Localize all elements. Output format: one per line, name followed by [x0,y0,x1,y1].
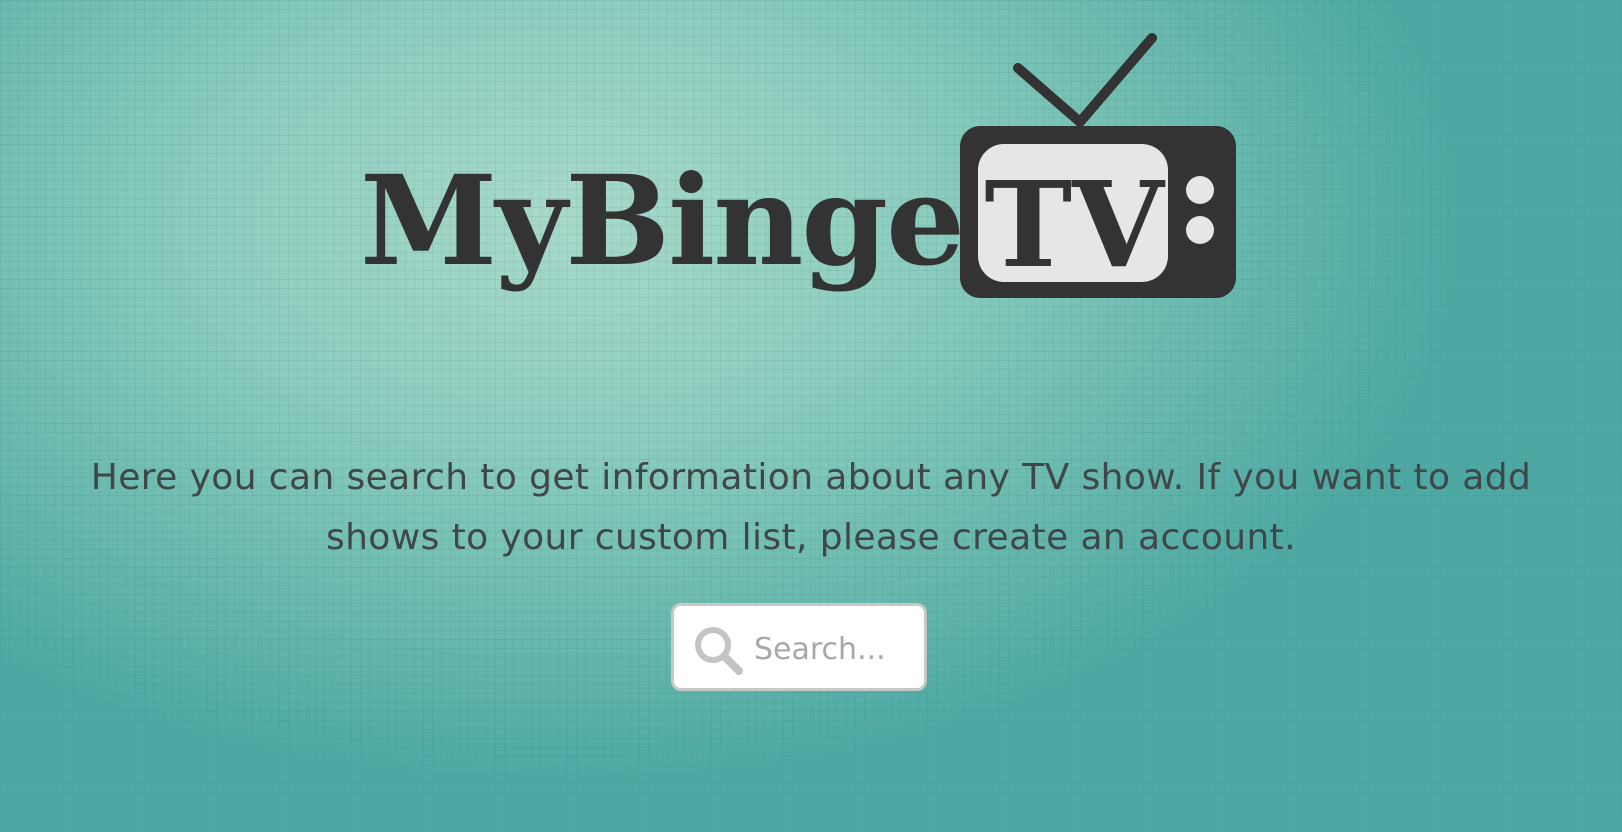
logo-wordmark: MyBinge [360,149,965,294]
intro-text: Here you can search to get information a… [90,457,1532,558]
search-box[interactable] [671,603,927,691]
tv-icon: TV [960,33,1236,298]
search-input[interactable] [754,624,914,674]
search-icon [695,627,743,675]
tv-label: TV [984,155,1166,294]
site-logo: MyBinge TV [360,30,1240,310]
